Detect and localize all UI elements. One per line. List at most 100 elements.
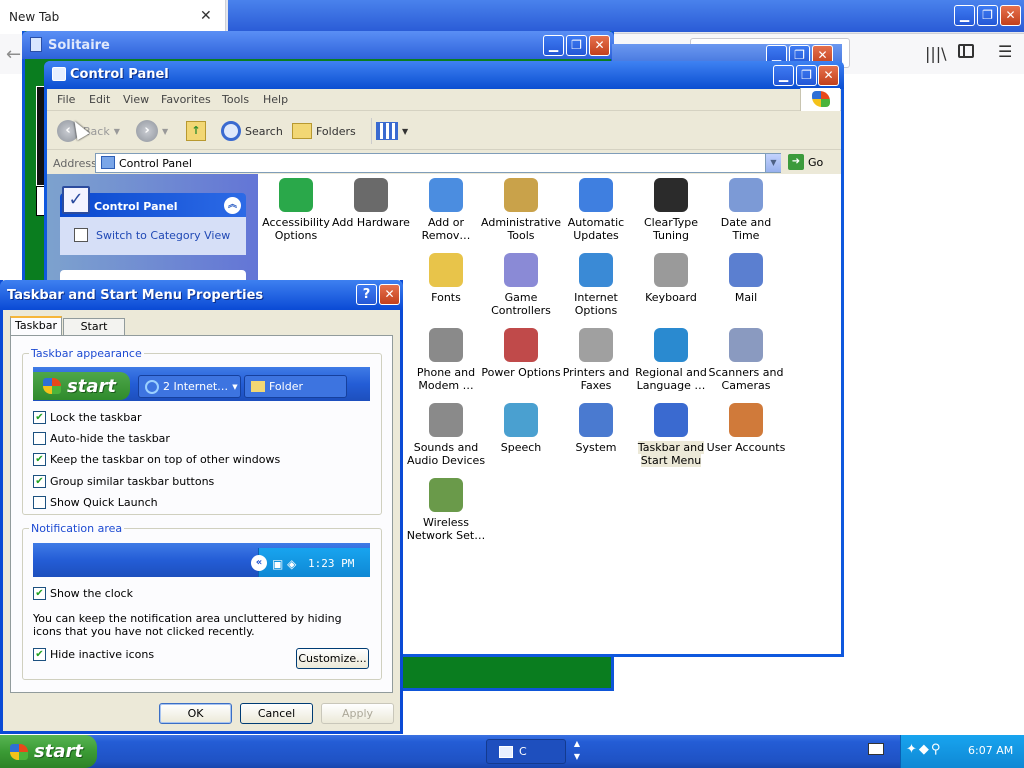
cp-item[interactable]: Automatic Updates xyxy=(556,178,636,242)
auto-hide-checkbox[interactable]: Auto-hide the taskbar xyxy=(33,432,170,445)
lock-taskbar-checkbox[interactable]: ✔ Lock the taskbar xyxy=(33,411,142,424)
search-button[interactable]: Search xyxy=(221,118,283,144)
apply-button[interactable]: Apply xyxy=(321,703,394,724)
cp-item[interactable]: System xyxy=(556,403,636,454)
cp-item[interactable]: Administrative Tools xyxy=(481,178,561,242)
library-icon[interactable]: |||\ xyxy=(925,44,947,63)
start-button[interactable]: start xyxy=(0,735,97,768)
checkbox-box[interactable]: ✔ xyxy=(33,648,46,661)
checkbox-box[interactable]: ✔ xyxy=(33,475,46,488)
cp-item-label: Power Options xyxy=(481,366,561,379)
cp-item-label: User Accounts xyxy=(706,441,786,454)
cp-item[interactable]: Regional and Language … xyxy=(631,328,711,392)
cp-item[interactable]: Wireless Network Set… xyxy=(406,478,486,542)
cp-item[interactable]: Phone and Modem … xyxy=(406,328,486,392)
cancel-button[interactable]: Cancel xyxy=(240,703,313,724)
checkbox-box[interactable] xyxy=(33,432,46,445)
notification-description: You can keep the notification area unclu… xyxy=(33,612,342,638)
cp-item-label: Printers and Faxes xyxy=(562,366,630,392)
sidebar-icon[interactable] xyxy=(958,44,974,58)
cp-item-icon xyxy=(504,178,538,212)
cp-item[interactable]: Game Controllers xyxy=(481,253,561,317)
solitaire-close-button[interactable]: ✕ xyxy=(589,35,610,56)
cp-item[interactable]: Accessibility Options xyxy=(256,178,336,242)
customize-button[interactable]: Customize... xyxy=(296,648,369,669)
cp-minimize-button[interactable]: ▁ xyxy=(773,65,794,86)
cp-item[interactable]: ClearType Tuning xyxy=(631,178,711,242)
views-button[interactable]: ▼ xyxy=(371,118,408,144)
remote-close-button[interactable]: ✕ xyxy=(1000,5,1021,26)
cp-item[interactable]: Taskbar and Start Menu xyxy=(631,403,711,467)
dialog-title: Taskbar and Start Menu Properties xyxy=(7,288,264,303)
solitaire-minimize-button[interactable]: ▁ xyxy=(543,35,564,56)
quick-launch-checkbox[interactable]: Show Quick Launch xyxy=(33,496,158,509)
cp-item[interactable]: User Accounts xyxy=(706,403,786,454)
address-value: Control Panel xyxy=(119,157,192,170)
cp-item[interactable]: Mail xyxy=(706,253,786,304)
cp-item-label: Wireless Network Set… xyxy=(406,516,486,542)
menu-tools[interactable]: Tools xyxy=(222,93,249,106)
solitaire-maximize-button[interactable]: ❐ xyxy=(566,35,587,56)
cp-item-icon xyxy=(654,178,688,212)
tray-icons[interactable]: ✦◆⚲ xyxy=(906,742,942,757)
menu-help[interactable]: Help xyxy=(263,93,288,106)
taskbar-scroll[interactable]: ▲ ▼ xyxy=(570,737,584,766)
cp-item-label: Game Controllers xyxy=(491,291,551,317)
cp-item[interactable]: Scanners and Cameras xyxy=(706,328,786,392)
cp-item[interactable]: Printers and Faxes xyxy=(556,328,636,392)
tab-start-menu[interactable]: Start Menu xyxy=(63,318,125,349)
checkbox-box[interactable]: ✔ xyxy=(33,411,46,424)
cp-item[interactable]: Power Options xyxy=(481,328,561,379)
cp-item-icon xyxy=(579,403,613,437)
cp-item[interactable]: Keyboard xyxy=(631,253,711,304)
cp-maximize-button[interactable]: ❐ xyxy=(796,65,817,86)
ok-button[interactable]: OK xyxy=(159,703,232,724)
cp-item[interactable]: Add or Remov… xyxy=(406,178,486,242)
switch-category-view-link[interactable]: Switch to Category View xyxy=(96,229,230,242)
group-buttons-checkbox[interactable]: ✔ Group similar taskbar buttons xyxy=(33,475,214,488)
keep-on-top-checkbox[interactable]: ✔ Keep the taskbar on top of other windo… xyxy=(33,453,280,466)
show-clock-checkbox[interactable]: ✔ Show the clock xyxy=(33,587,133,600)
forward-button[interactable]: › ▼ xyxy=(136,118,168,144)
help-button[interactable]: ? xyxy=(356,284,377,305)
keyboard-icon[interactable] xyxy=(868,743,884,755)
menu-favorites[interactable]: Favorites xyxy=(161,93,211,106)
checkbox-box[interactable]: ✔ xyxy=(33,587,46,600)
cp-item-label: Sounds and Audio Devices xyxy=(406,441,486,467)
address-input[interactable] xyxy=(95,153,781,173)
menu-edit[interactable]: Edit xyxy=(89,93,110,106)
checkbox-box[interactable]: ✔ xyxy=(33,453,46,466)
cp-item[interactable]: Add Hardware xyxy=(331,178,411,229)
remote-minimize-button[interactable]: ▁ xyxy=(954,5,975,26)
cp-item[interactable]: Fonts xyxy=(406,253,486,304)
checkbox-box[interactable] xyxy=(33,496,46,509)
cp-item-icon xyxy=(429,478,463,512)
up-folder-button[interactable]: ↑ xyxy=(186,118,206,144)
menu-view[interactable]: View xyxy=(123,93,149,106)
solitaire-titlebar[interactable] xyxy=(22,31,614,59)
browser-back-icon[interactable]: ← xyxy=(6,44,21,65)
cp-item[interactable]: Date and Time xyxy=(706,178,786,242)
cp-item[interactable]: Internet Options xyxy=(556,253,636,317)
collapse-chevron-icon[interactable]: ︽ xyxy=(224,197,241,214)
taskbar-clock[interactable]: 6:07 AM xyxy=(968,744,1013,757)
hide-inactive-checkbox[interactable]: ✔ Hide inactive icons xyxy=(33,648,154,661)
browser-menu-icon[interactable]: ☰ xyxy=(998,42,1012,61)
solitaire-icon xyxy=(30,37,42,52)
menu-file[interactable]: File xyxy=(57,93,75,106)
preview-start-button: start xyxy=(33,372,130,400)
control-panel-title: Control Panel xyxy=(70,67,169,82)
remote-maximize-button[interactable]: ❐ xyxy=(977,5,998,26)
dialog-close-button[interactable]: ✕ xyxy=(379,284,400,305)
taskbar-item[interactable]: C xyxy=(486,739,566,764)
address-dropdown-icon[interactable]: ▼ xyxy=(765,154,781,172)
folders-button[interactable]: Folders xyxy=(292,118,356,144)
cp-item-icon xyxy=(504,253,538,287)
cp-item[interactable]: Sounds and Audio Devices xyxy=(406,403,486,467)
tab-taskbar[interactable]: Taskbar xyxy=(10,316,62,336)
cp-close-button[interactable]: ✕ xyxy=(818,65,839,86)
folder-icon xyxy=(251,381,265,392)
tab-close-icon[interactable]: ✕ xyxy=(200,8,212,24)
go-button[interactable]: ➜ Go xyxy=(788,154,823,170)
cp-item[interactable]: Speech xyxy=(481,403,561,454)
